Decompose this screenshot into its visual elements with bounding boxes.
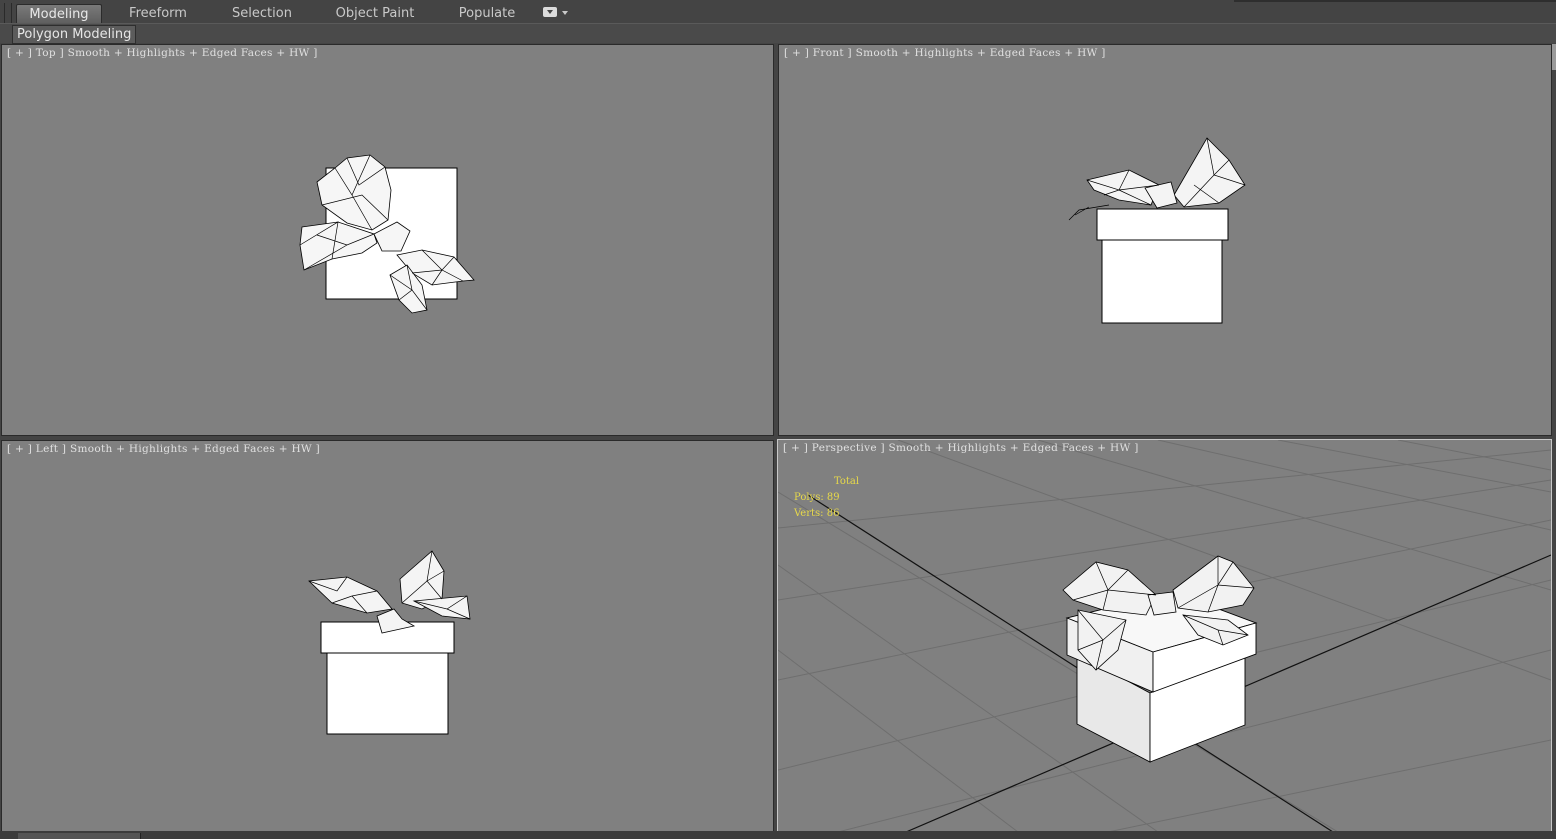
polygon-modeling-panel-label[interactable]: Polygon Modeling	[12, 25, 137, 44]
viewport-top[interactable]: [ + ] Top ] Smooth + Highlights + Edged …	[1, 44, 774, 436]
viewport-perspective[interactable]: [ + ] Perspective ] Smooth + Highlights …	[777, 439, 1552, 833]
ribbon-panel-bar: Polygon Modeling	[0, 23, 1556, 44]
status-bar-tab[interactable]	[18, 833, 141, 839]
front-view-gift-model	[1068, 137, 1246, 324]
stats-verts: Verts: 86	[794, 508, 840, 519]
stats-header: Total	[834, 476, 860, 487]
ribbon-tabs: Modeling Freeform Selection Object Paint…	[0, 0, 1556, 24]
tab-object-paint[interactable]: Object Paint	[330, 4, 420, 23]
chevron-down-icon[interactable]	[562, 11, 568, 15]
perspective-grid-and-gift-model	[778, 440, 1551, 832]
tab-selection[interactable]: Selection	[222, 4, 302, 23]
tab-freeform[interactable]: Freeform	[118, 4, 198, 23]
divider	[1234, 0, 1556, 2]
tab-populate[interactable]: Populate	[450, 4, 524, 23]
viewport-label-perspective[interactable]: [ + ] Perspective ] Smooth + Highlights …	[783, 442, 1139, 454]
left-view-gift-model	[308, 550, 471, 735]
ribbon-grip-handle[interactable]	[4, 3, 12, 23]
viewport-left[interactable]: [ + ] Left ] Smooth + Highlights + Edged…	[1, 440, 774, 832]
dropdown-menu-icon[interactable]	[543, 7, 557, 17]
viewport-front[interactable]: [ + ] Front ] Smooth + Highlights + Edge…	[778, 44, 1552, 436]
top-view-gift-model	[299, 154, 475, 314]
status-bar-strip	[0, 831, 1556, 839]
stats-polys: Polys: 89	[794, 492, 840, 503]
tab-modeling[interactable]: Modeling	[16, 4, 102, 24]
